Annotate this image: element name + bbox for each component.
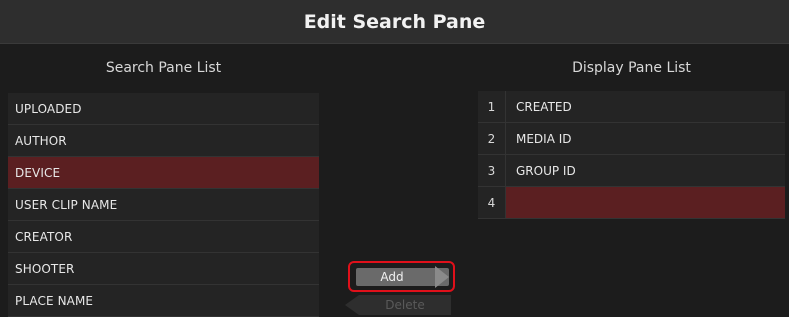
display-pane-row[interactable]: 2 MEDIA ID [478, 123, 785, 155]
add-button-label: Add [380, 270, 404, 284]
search-pane-item-selected[interactable]: DEVICE [8, 157, 319, 189]
add-button-highlight: Add [348, 261, 455, 292]
display-pane-item-empty [506, 187, 785, 218]
row-number: 1 [478, 91, 506, 122]
search-pane-item[interactable]: USER CLIP NAME [8, 189, 319, 221]
display-pane-row-selected[interactable]: 4 [478, 187, 785, 219]
add-button[interactable]: Add [356, 266, 449, 288]
search-pane-item[interactable]: SHOOTER [8, 253, 319, 285]
search-pane-item[interactable]: PLACE NAME [8, 285, 319, 317]
search-pane-list: UPLOADED AUTHOR DEVICE USER CLIP NAME CR… [8, 93, 319, 317]
search-pane-item[interactable]: AUTHOR [8, 125, 319, 157]
dialog-title: Edit Search Pane [303, 10, 486, 33]
display-pane-row[interactable]: 1 CREATED [478, 91, 785, 123]
display-pane-list: 1 CREATED 2 MEDIA ID 3 GROUP ID 4 [478, 91, 785, 219]
search-pane-item[interactable]: CREATOR [8, 221, 319, 253]
row-number: 4 [478, 187, 506, 218]
search-pane-list-header: Search Pane List [105, 60, 222, 76]
arrow-right-icon [435, 266, 449, 288]
display-pane-row[interactable]: 3 GROUP ID [478, 155, 785, 187]
delete-button[interactable]: Delete [345, 295, 451, 315]
display-pane-item: CREATED [516, 99, 572, 114]
display-pane-item: MEDIA ID [516, 131, 572, 146]
display-pane-list-header: Display Pane List [572, 60, 691, 76]
row-number: 2 [478, 123, 506, 154]
arrow-left-icon [345, 295, 359, 315]
row-number: 3 [478, 155, 506, 186]
display-pane-item: GROUP ID [516, 163, 576, 178]
dialog-title-bar: Edit Search Pane [0, 0, 789, 44]
search-pane-item[interactable]: UPLOADED [8, 93, 319, 125]
delete-button-label: Delete [359, 295, 451, 315]
